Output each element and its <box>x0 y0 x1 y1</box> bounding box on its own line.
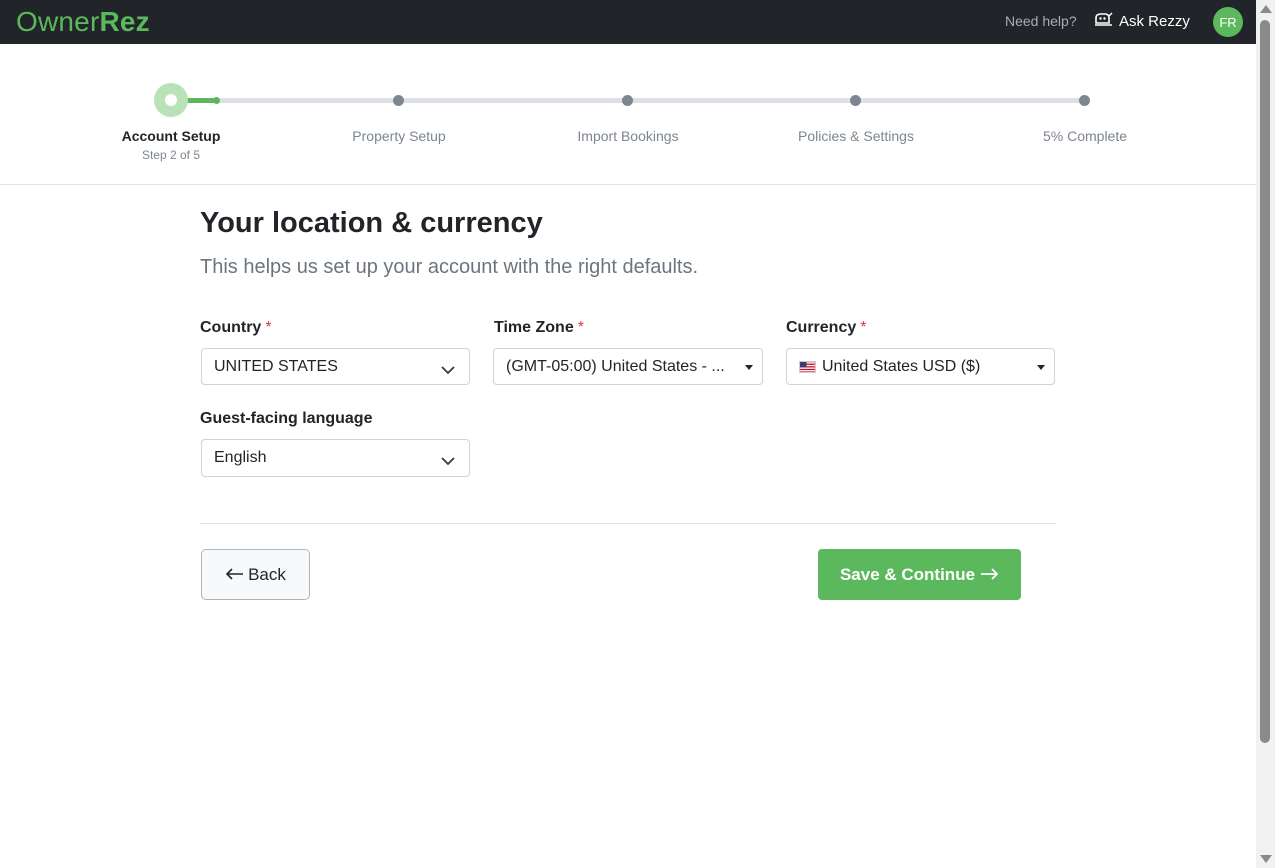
arrow-left-icon <box>225 565 248 585</box>
step-dot-complete <box>1079 95 1090 106</box>
rezzy-icon <box>1094 11 1119 31</box>
back-button[interactable]: Back <box>201 549 310 600</box>
page-scrollbar[interactable] <box>1256 0 1275 868</box>
currency-label: Currency * <box>786 319 866 337</box>
language-value: English <box>214 449 267 466</box>
language-label: Guest-facing language <box>200 410 373 427</box>
required-mark: * <box>860 319 867 336</box>
chevron-down-icon <box>441 453 455 471</box>
current-step-marker <box>154 83 188 117</box>
back-button-label: Back <box>248 564 286 584</box>
onboarding-stepper: Account Setup Step 2 of 5 Property Setup… <box>0 44 1256 185</box>
timezone-label: Time Zone * <box>494 319 584 337</box>
progress-end-dot <box>213 97 220 104</box>
timezone-select[interactable]: (GMT-05:00) United States - ... <box>493 348 763 385</box>
scroll-up-arrow-icon[interactable] <box>1260 5 1272 13</box>
save-continue-button[interactable]: Save & Continue <box>818 549 1021 600</box>
top-nav-bar: OwnerRez Need help? Ask Rezzy FR <box>0 0 1256 44</box>
form-divider <box>200 523 1056 524</box>
required-mark: * <box>265 319 272 336</box>
timezone-value: (GMT-05:00) United States - ... <box>506 357 725 375</box>
step-label-policies-settings: Policies & Settings <box>798 128 914 144</box>
country-value: UNITED STATES <box>214 357 338 375</box>
step-label-import-bookings: Import Bookings <box>577 128 679 144</box>
ownerrez-logo[interactable]: OwnerRez <box>16 6 150 38</box>
scroll-thumb[interactable] <box>1260 20 1270 743</box>
ask-rezzy-button[interactable]: Ask Rezzy <box>1094 11 1190 31</box>
required-mark: * <box>577 319 584 336</box>
step-label-property-setup: Property Setup <box>352 128 446 144</box>
chevron-down-icon <box>441 362 455 380</box>
step-sub-label: Step 2 of 5 <box>141 148 201 162</box>
country-select[interactable]: UNITED STATES <box>201 348 470 385</box>
language-select[interactable]: English <box>201 439 470 477</box>
country-label: Country * <box>200 319 272 337</box>
save-continue-label: Save & Continue <box>839 564 976 584</box>
user-avatar[interactable]: FR <box>1213 7 1243 37</box>
currency-label-text: Currency <box>786 319 857 336</box>
ask-rezzy-label: Ask Rezzy <box>1119 12 1190 30</box>
page-subtitle: This helps us set up your account with t… <box>200 256 699 278</box>
logo-rez-text: Rez <box>99 6 150 37</box>
currency-select[interactable]: United States USD ($) <box>786 348 1055 385</box>
us-flag-icon <box>799 360 816 373</box>
logo-owner-text: Owner <box>16 6 100 37</box>
scroll-down-arrow-icon[interactable] <box>1260 855 1272 863</box>
caret-down-icon <box>1037 365 1045 370</box>
step-label-account-setup: Account Setup <box>121 128 221 144</box>
arrow-right-icon <box>975 565 999 585</box>
step-dot-property-setup <box>393 95 404 106</box>
currency-value: United States USD ($) <box>822 357 981 375</box>
step-dot-policies-settings <box>850 95 861 106</box>
step-dot-import-bookings <box>622 95 633 106</box>
step-label-complete: 5% Complete <box>1042 128 1128 144</box>
timezone-label-text: Time Zone <box>494 319 574 336</box>
need-help-link[interactable]: Need help? <box>1005 13 1077 29</box>
caret-down-icon <box>745 365 753 370</box>
page-title: Your location & currency <box>200 207 543 239</box>
country-label-text: Country <box>200 319 262 336</box>
